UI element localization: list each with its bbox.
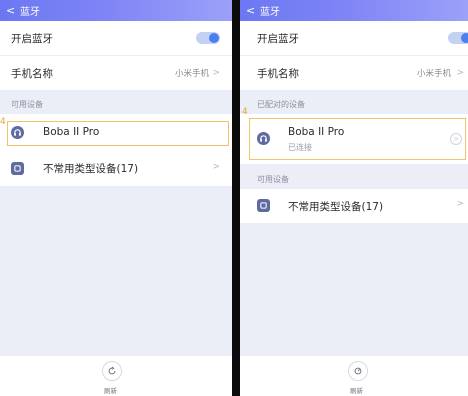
toggle-knob: [461, 33, 468, 43]
device-name-value: 小米手机: [416, 69, 451, 79]
footer: 刷新: [0, 356, 232, 396]
bluetooth-screen-after: < 蓝牙 开启蓝牙 手机名称 小米手机 > 已配对的设备 Boba II Pro…: [240, 0, 468, 396]
bluetooth-toggle-row[interactable]: 开启蓝牙: [0, 21, 232, 55]
refresh-button[interactable]: [102, 361, 122, 381]
header: < 蓝牙: [240, 0, 468, 21]
bluetooth-toggle-row[interactable]: 开启蓝牙: [240, 21, 468, 55]
available-devices-header: 可用设备: [257, 175, 289, 184]
chevron-right-icon: >: [456, 68, 464, 78]
chevron-right-icon: >: [212, 162, 220, 172]
device-name-value: 小米手机: [174, 69, 209, 79]
device-name-label: 手机名称: [11, 67, 53, 80]
chevron-right-icon: >: [456, 199, 464, 209]
step-marker: 4: [0, 117, 6, 127]
device-name: 不常用类型设备(17): [288, 201, 384, 213]
refresh-label: 刷新: [350, 387, 363, 395]
page-title: 蓝牙: [260, 7, 280, 18]
bluetooth-toggle-label: 开启蓝牙: [257, 32, 299, 45]
bluetooth-toggle-switch[interactable]: [448, 32, 468, 44]
page-title: 蓝牙: [20, 7, 40, 18]
refresh-label: 刷新: [104, 387, 117, 395]
toggle-knob: [209, 33, 219, 43]
refresh-icon: [108, 366, 116, 375]
step-marker: 4: [242, 107, 248, 117]
header: < 蓝牙: [0, 0, 232, 21]
device-row-uncommon[interactable]: 不常用类型设备(17) >: [240, 189, 468, 223]
highlight-box: [249, 118, 466, 160]
available-devices-header: 可用设备: [11, 100, 43, 109]
back-button[interactable]: <: [246, 5, 256, 16]
device-row-uncommon[interactable]: 不常用类型设备(17) >: [0, 152, 232, 186]
footer: 刷新: [240, 356, 468, 396]
device-name-row[interactable]: 手机名称 小米手机 >: [0, 56, 232, 90]
bluetooth-toggle-label: 开启蓝牙: [11, 32, 53, 45]
device-name-row[interactable]: 手机名称 小米手机 >: [240, 56, 468, 90]
highlight-box: [7, 121, 229, 146]
back-button[interactable]: <: [6, 5, 16, 16]
bluetooth-screen-before: < 蓝牙 开启蓝牙 手机名称 小米手机 > 可用设备 Boba II Pro 不…: [0, 0, 232, 396]
paired-devices-header: 已配对的设备: [257, 100, 305, 109]
device-name: 不常用类型设备(17): [43, 163, 139, 175]
device-icon: [11, 162, 24, 175]
device-icon: [257, 199, 270, 212]
refresh-button[interactable]: [348, 361, 368, 381]
device-name-label: 手机名称: [257, 67, 299, 80]
chevron-right-icon: >: [212, 68, 220, 78]
refresh-icon: [354, 367, 362, 375]
bluetooth-toggle-switch[interactable]: [196, 32, 220, 44]
